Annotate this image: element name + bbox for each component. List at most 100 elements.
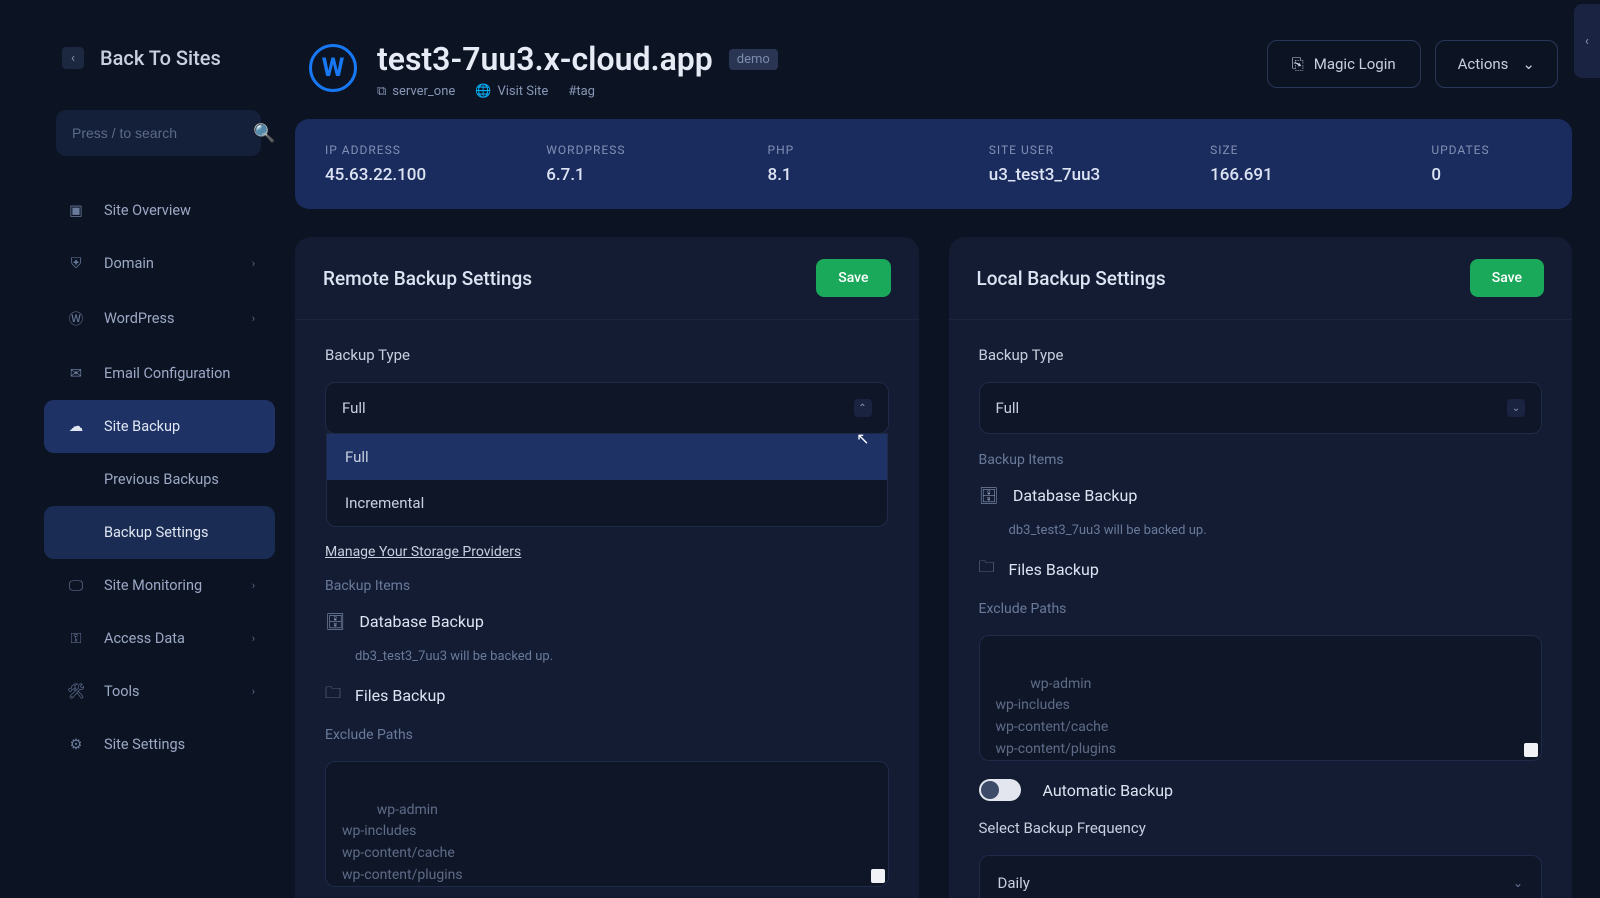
backup-type-label: Backup Type: [325, 346, 889, 364]
sidebar-item-backup[interactable]: ☁ Site Backup: [44, 400, 275, 453]
back-to-sites[interactable]: ‹ Back To Sites: [44, 46, 275, 70]
demo-badge: demo: [729, 49, 778, 70]
stat-size: SIZE 166.691: [1210, 143, 1431, 185]
manage-storage-link[interactable]: Manage Your Storage Providers: [325, 544, 889, 560]
nav-label: Tools: [104, 683, 140, 700]
dropdown-list: Full Incremental: [326, 433, 888, 527]
stat-wordpress: WORDPRESS 6.7.1: [546, 143, 767, 185]
gear-icon: ⚙: [68, 736, 84, 753]
sidebar-item-overview[interactable]: ▣ Site Overview: [44, 184, 275, 237]
chevron-left-icon: ‹: [1585, 34, 1589, 49]
search-box[interactable]: 🔍: [56, 110, 261, 156]
collapse-right-tab[interactable]: ‹: [1574, 4, 1600, 78]
save-button[interactable]: Save: [1470, 259, 1544, 297]
sidebar-sub-backup-settings[interactable]: Backup Settings: [44, 506, 275, 559]
db-desc: db3_test3_7uu3 will be backed up.: [1009, 523, 1543, 538]
tools-icon: 🛠: [68, 683, 84, 700]
dropdown-option-incremental[interactable]: Incremental: [327, 480, 887, 526]
backup-items-label: Backup Items: [979, 452, 1543, 468]
database-backup-item: 🗄 Database Backup: [979, 486, 1543, 505]
backup-type-select[interactable]: Full ⌄: [979, 382, 1543, 434]
files-backup-item: 🗀 Files Backup: [979, 556, 1543, 583]
main-content: W test3-7uu3.x-cloud.app demo ⧉ server_o…: [285, 0, 1600, 898]
sidebar-item-email[interactable]: ✉ Email Configuration: [44, 347, 275, 400]
search-input[interactable]: [72, 125, 253, 141]
automatic-backup-toggle[interactable]: [979, 779, 1021, 801]
nav-label: Site Backup: [104, 418, 180, 435]
nav-label: Backup Settings: [104, 524, 209, 541]
backup-type-select[interactable]: Full ⌃ ↖ Full Incremental: [325, 382, 889, 434]
dropdown-option-full[interactable]: Full: [327, 434, 887, 480]
shield-icon: ⛨: [68, 255, 84, 272]
database-icon: 🗄: [325, 612, 345, 631]
exclude-paths-label: Exclude Paths: [325, 727, 889, 743]
sidebar-item-monitoring[interactable]: 🖵 Site Monitoring ›: [44, 559, 275, 612]
sidebar: ‹ Back To Sites 🔍 ▣ Site Overview ⛨ Doma…: [0, 0, 285, 898]
sidebar-item-tools[interactable]: 🛠 Tools ›: [44, 665, 275, 718]
wordpress-icon: Ⓦ: [68, 308, 84, 329]
site-header: W test3-7uu3.x-cloud.app demo ⧉ server_o…: [295, 10, 1572, 119]
backup-type-label: Backup Type: [979, 346, 1543, 364]
sidebar-item-domain[interactable]: ⛨ Domain ›: [44, 237, 275, 290]
header-info: test3-7uu3.x-cloud.app demo ⧉ server_one…: [377, 40, 778, 99]
search-icon: 🔍: [253, 123, 275, 144]
database-backup-item: 🗄 Database Backup: [325, 612, 889, 631]
resize-handle[interactable]: [871, 869, 885, 883]
backup-items-label: Backup Items: [325, 578, 889, 594]
nav-label: Site Settings: [104, 736, 185, 753]
chevron-down-icon: ⌄: [1507, 399, 1525, 417]
monitor-icon: 🖵: [68, 577, 84, 594]
sidebar-sub-previous-backups[interactable]: Previous Backups: [44, 453, 275, 506]
chevron-up-icon: ⌃: [854, 399, 872, 417]
chevron-right-icon: ›: [252, 632, 255, 645]
exclude-paths-textarea[interactable]: wp-admin wp-includes wp-content/cache wp…: [325, 761, 889, 887]
database-icon: 🗄: [979, 486, 999, 505]
folder-icon: 🗀: [325, 682, 341, 709]
server-link[interactable]: ⧉ server_one: [377, 84, 455, 99]
stats-bar: IP ADDRESS 45.63.22.100 WORDPRESS 6.7.1 …: [295, 119, 1572, 209]
actions-dropdown[interactable]: Actions ⌄: [1435, 40, 1558, 88]
frequency-select[interactable]: Daily ⌄: [979, 855, 1543, 898]
panel-title: Remote Backup Settings: [323, 267, 532, 290]
sidebar-item-access[interactable]: ⚿ Access Data ›: [44, 612, 275, 665]
visit-site-link[interactable]: 🌐 Visit Site: [475, 84, 548, 99]
nav-label: Access Data: [104, 630, 185, 647]
save-button[interactable]: Save: [816, 259, 890, 297]
resize-handle[interactable]: [1524, 743, 1538, 757]
nav-label: WordPress: [104, 310, 174, 327]
db-desc: db3_test3_7uu3 will be backed up.: [355, 649, 889, 664]
stat-user: SITE USER u3_test3_7uu3: [989, 143, 1210, 185]
chevron-down-icon: ⌄: [1522, 55, 1535, 73]
exclude-paths-textarea[interactable]: wp-admin wp-includes wp-content/cache wp…: [979, 635, 1543, 761]
site-title: test3-7uu3.x-cloud.app: [377, 40, 713, 78]
sidebar-item-settings[interactable]: ⚙ Site Settings: [44, 718, 275, 771]
magic-login-button[interactable]: ⎘ Magic Login: [1267, 40, 1421, 88]
tag-label[interactable]: #tag: [568, 84, 595, 99]
chevron-right-icon: ›: [252, 312, 255, 325]
envelope-icon: ✉: [68, 365, 84, 382]
grid-icon: ▣: [68, 202, 84, 219]
chevron-right-icon: ›: [252, 579, 255, 592]
server-icon: ⧉: [377, 84, 386, 99]
key-icon: ⚿: [68, 630, 84, 647]
globe-icon: 🌐: [475, 84, 491, 99]
chevron-right-icon: ›: [252, 257, 255, 270]
cursor-icon: ↖: [856, 429, 869, 448]
chevron-down-icon: ⌄: [1513, 876, 1523, 890]
nav-label: Site Monitoring: [104, 577, 202, 594]
exclude-paths-label: Exclude Paths: [979, 601, 1543, 617]
nav-label: Site Overview: [104, 202, 191, 219]
files-backup-item: 🗀 Files Backup: [325, 682, 889, 709]
freq-label: Select Backup Frequency: [979, 819, 1543, 837]
nav-label: Domain: [104, 255, 154, 272]
stat-updates: UPDATES 0: [1431, 143, 1542, 185]
nav-label: Previous Backups: [104, 471, 219, 488]
local-backup-panel: Local Backup Settings Save Backup Type F…: [949, 237, 1573, 898]
cloud-icon: ☁: [68, 418, 84, 435]
exit-icon: ⎘: [1292, 55, 1304, 73]
stat-php: PHP 8.1: [768, 143, 989, 185]
remote-backup-panel: Remote Backup Settings Save Backup Type …: [295, 237, 919, 898]
wordpress-logo-icon: W: [309, 44, 357, 92]
chevron-right-icon: ›: [252, 685, 255, 698]
sidebar-item-wordpress[interactable]: Ⓦ WordPress ›: [44, 290, 275, 347]
